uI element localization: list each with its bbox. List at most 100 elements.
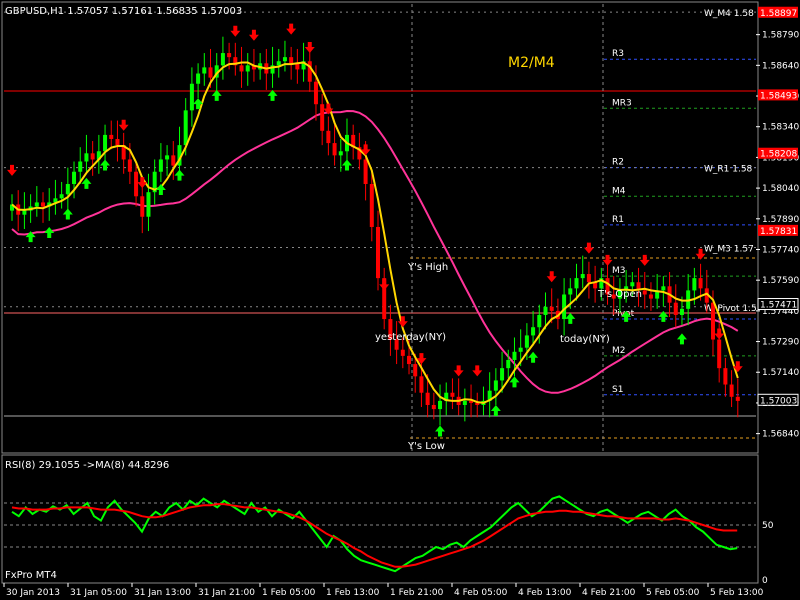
rsi-tick-label: 0: [762, 576, 768, 586]
candle-body: [568, 288, 573, 295]
ylow-label: Y's Low: [407, 441, 445, 452]
candle-body: [245, 65, 250, 72]
y-tick-label: 1.57140: [762, 368, 799, 378]
y-tick-label: 1.56840: [762, 430, 799, 440]
price-tag-label: 1.58897: [760, 9, 797, 19]
candle-body: [518, 347, 523, 352]
price-chart[interactable]: R3 MR3 R2 M4 R1 M3 Pivot M2 S1 W_M4 1.58 W_R1 1.58…: [0, 0, 800, 600]
candle-body: [59, 194, 64, 199]
rsi-footer: FxPro MT4: [5, 570, 57, 581]
x-tick-label: 1 Feb 05:00: [262, 588, 316, 598]
candle-body: [642, 290, 647, 295]
candle-body: [146, 192, 151, 217]
x-tick-label: 31 Jan 13:00: [134, 588, 191, 598]
candle-body: [369, 184, 374, 227]
x-tick-label: 4 Feb 05:00: [454, 588, 508, 598]
candle-body: [363, 159, 368, 185]
candle-body: [202, 67, 207, 74]
candle-body: [630, 282, 635, 287]
y-tick-label: 1.58790: [762, 31, 799, 41]
level-label: R1: [612, 215, 624, 225]
y-tick-label: 1.57890: [762, 215, 799, 225]
level-label: MR3: [612, 98, 632, 108]
candle-body: [65, 184, 70, 195]
candle-body: [723, 368, 728, 385]
candle-body: [512, 351, 517, 360]
x-tick-label: 4 Feb 13:00: [518, 588, 572, 598]
candle-body: [109, 134, 114, 139]
candle-body: [72, 171, 77, 185]
weekly-label: W_M4 1.58: [704, 9, 754, 19]
candle-body: [326, 130, 331, 144]
rsi-tick-label: 50: [762, 521, 774, 531]
candle-body: [661, 286, 666, 291]
price-tag-label: 1.57831: [760, 227, 797, 237]
candle-body: [134, 171, 139, 197]
level-label: M4: [612, 186, 626, 196]
x-tick-label: 1 Feb 21:00: [390, 588, 444, 598]
candle-body: [500, 368, 505, 381]
candle-body: [165, 155, 170, 160]
weekly-label: W_R1 1.58: [704, 165, 753, 175]
y-tick-label: 1.57290: [762, 338, 799, 348]
candle-body: [22, 210, 27, 215]
candle-body: [524, 335, 529, 348]
x-tick-label: 5 Feb 13:00: [710, 588, 764, 598]
candle-body: [586, 274, 591, 283]
level-label: M2: [612, 346, 626, 356]
x-tick-label: 30 Jan 2013: [6, 588, 60, 598]
y-tick-label: 1.58640: [762, 61, 799, 71]
symbol-header: GBPUSD,H1 1.57057 1.57161 1.56835 1.5700…: [5, 6, 242, 17]
candle-body: [90, 153, 95, 160]
candle-body: [400, 349, 405, 356]
level-label: R2: [612, 158, 624, 168]
candle-body: [493, 380, 498, 391]
candle-body: [376, 226, 380, 279]
candle-body: [127, 159, 132, 172]
price-tag-label: 1.57471: [760, 301, 797, 311]
m2m4-label: M2/M4: [508, 55, 555, 71]
y-tick-label: 1.57740: [762, 245, 799, 255]
candle-body: [679, 308, 684, 315]
candle-body: [531, 327, 536, 336]
rsi-title: RSI(8) 29.1055 ->MA(8) 44.8296: [5, 460, 169, 471]
candle-body: [208, 67, 213, 78]
candle-body: [506, 359, 511, 369]
candle-body: [289, 57, 294, 64]
candle-body: [338, 151, 343, 156]
candle-body: [196, 73, 201, 84]
level-label: M3: [612, 266, 626, 276]
candle-body: [438, 400, 443, 410]
x-tick-label: 31 Jan 21:00: [198, 588, 255, 598]
candle-body: [276, 61, 281, 66]
today-label: today(NY): [560, 334, 610, 345]
candle-body: [462, 400, 467, 405]
price-tag-label: 1.58208: [760, 150, 797, 160]
weekly-label: W_M3 1.57: [704, 244, 754, 254]
candle-body: [431, 404, 436, 410]
candle-body: [78, 161, 83, 172]
y-tick-label: 1.57590: [762, 276, 799, 286]
level-label: R3: [612, 49, 624, 59]
candle-body: [692, 278, 697, 291]
candle-body: [698, 278, 703, 289]
candle-body: [227, 53, 232, 58]
yhigh-label: Y's High: [407, 262, 448, 273]
candle-body: [171, 155, 176, 166]
candle-body: [320, 104, 325, 131]
candle-body: [115, 138, 120, 146]
price-tag-label: 1.57003: [760, 396, 797, 406]
candle-body: [220, 53, 225, 66]
candle-body: [425, 392, 430, 405]
candle-body: [450, 392, 455, 397]
candle-body: [648, 294, 653, 299]
candle-body: [307, 61, 312, 82]
candle-body: [419, 376, 424, 393]
candle-body: [140, 196, 145, 217]
y-tick-label: 1.58040: [762, 184, 799, 194]
candle-body: [41, 202, 46, 207]
candle-body: [332, 143, 337, 156]
tsopen-label: T's Open: [597, 289, 642, 300]
candle-body: [239, 65, 244, 72]
candle-body: [158, 159, 163, 172]
